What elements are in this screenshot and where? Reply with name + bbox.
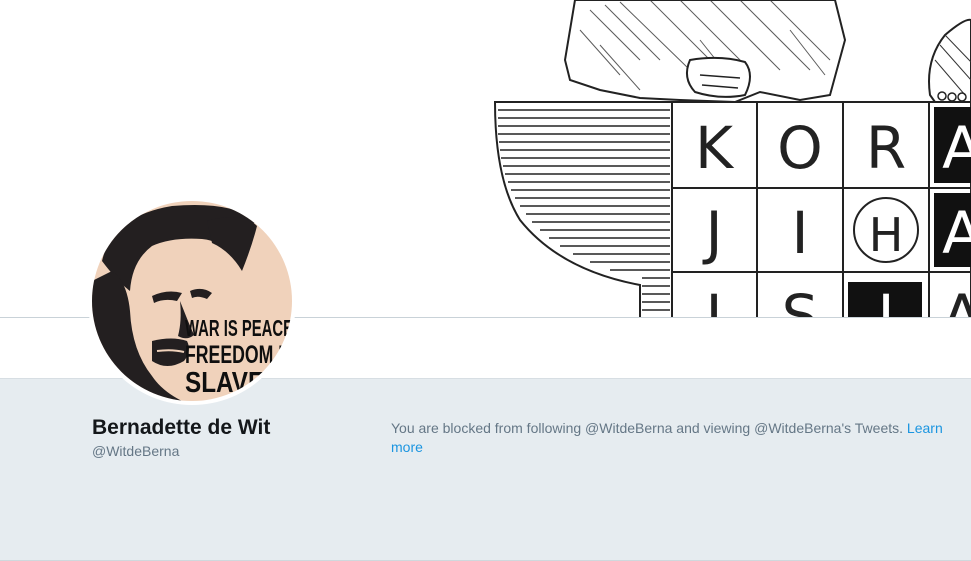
- grid-letter: J: [702, 199, 722, 267]
- blocked-message: You are blocked from following @WitdeBer…: [391, 419, 951, 457]
- profile-handle[interactable]: @WitdeBerna: [92, 443, 179, 459]
- banner-bowl: [493, 101, 673, 317]
- grid-letter: R: [866, 114, 906, 182]
- profile-name[interactable]: Bernadette de Wit: [92, 416, 270, 440]
- grid-letter: A: [942, 114, 971, 182]
- grid-letter: I: [705, 282, 722, 318]
- poster-line: FREEDOM IS: [185, 341, 292, 369]
- avatar-image: WAR IS PEACE FREEDOM IS SLAVERY: [92, 201, 292, 401]
- banner-figure-left: [563, 0, 847, 104]
- grid-letter: O: [777, 114, 823, 182]
- grid-letter: I: [877, 282, 894, 318]
- grid-letter: H: [869, 208, 904, 262]
- avatar-illustration: WAR IS PEACE FREEDOM IS SLAVERY: [92, 205, 292, 401]
- grid-letter: I: [791, 199, 808, 267]
- poster-line: SLAVERY: [185, 367, 292, 399]
- banner-figure-right: [928, 18, 971, 103]
- avatar[interactable]: WAR IS PEACE FREEDOM IS SLAVERY: [88, 197, 296, 405]
- grid-letter: A: [942, 199, 971, 267]
- grid-letter: S: [782, 282, 819, 318]
- grid-letter: K: [695, 114, 735, 182]
- profile-page: K O R A J I H A I S I A: [0, 0, 971, 561]
- blocked-message-text: You are blocked from following @WitdeBer…: [391, 420, 907, 436]
- poster-line: WAR IS PEACE: [185, 315, 292, 341]
- grid-letter: A: [942, 282, 971, 318]
